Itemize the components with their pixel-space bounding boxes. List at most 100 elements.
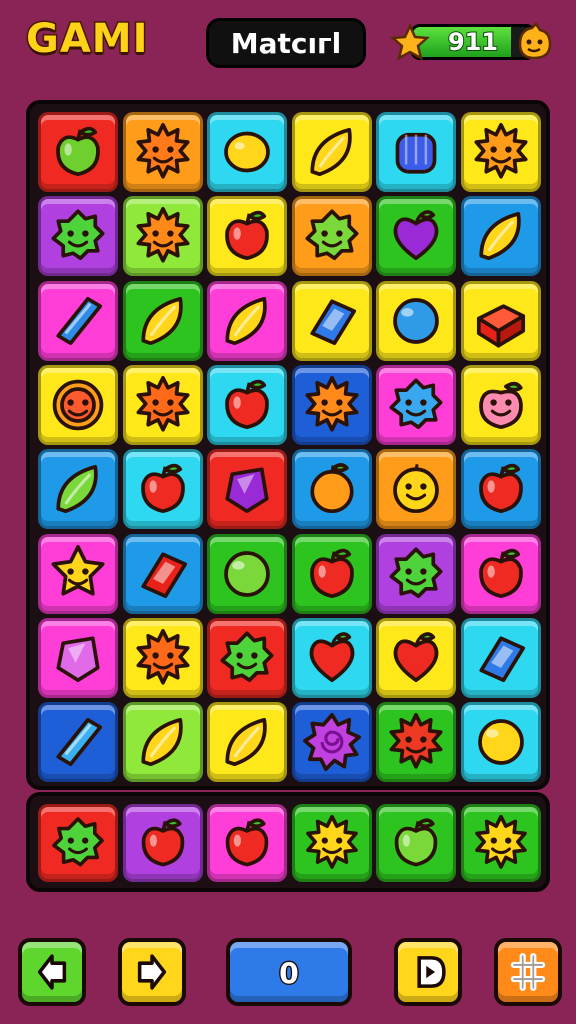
leaf-icon [225, 296, 267, 345]
board-tile[interactable] [376, 449, 456, 530]
board-tile[interactable] [460, 280, 541, 361]
sun-face-icon [389, 713, 443, 769]
play-d-icon [417, 956, 446, 988]
tray-tile[interactable] [122, 804, 203, 882]
heart-fruit-icon [393, 631, 439, 682]
board-tile[interactable] [291, 280, 372, 361]
board-tile[interactable] [122, 702, 203, 783]
game-logo: GAMI [24, 15, 149, 64]
board-tile[interactable] [122, 112, 203, 192]
board-tile[interactable] [460, 196, 541, 277]
leaf-icon [140, 296, 183, 345]
ball-icon [224, 550, 270, 597]
board-tile[interactable] [207, 702, 287, 783]
board-tile[interactable] [122, 533, 203, 614]
crystal-icon [56, 718, 103, 767]
gem-icon [56, 636, 100, 682]
svg-text:0: 0 [279, 957, 299, 990]
board-tile[interactable] [122, 449, 203, 530]
board-tile[interactable] [38, 364, 118, 445]
board-tile[interactable] [376, 533, 456, 614]
apple-icon [478, 548, 523, 598]
tray-tile[interactable] [207, 804, 287, 882]
game-board [26, 100, 550, 790]
sun-face-icon [474, 814, 527, 869]
blob-face-icon [389, 546, 443, 598]
board-tile[interactable] [38, 112, 118, 192]
star-face-icon [51, 544, 105, 596]
board-tile[interactable] [38, 196, 118, 277]
candy-box-icon [478, 636, 525, 682]
board-tile[interactable] [460, 449, 541, 530]
board-tile[interactable] [122, 280, 203, 361]
blob-face-icon [304, 209, 359, 261]
board-tile[interactable] [207, 449, 287, 530]
board-tile[interactable] [460, 112, 541, 192]
peach-face-icon [478, 381, 523, 429]
board-tile[interactable] [38, 533, 118, 614]
lemon-icon [224, 131, 270, 173]
board-tile[interactable] [38, 280, 118, 361]
tray-tile[interactable] [38, 804, 118, 882]
board-tile[interactable] [291, 702, 372, 783]
apple-icon [225, 211, 269, 261]
board-tile[interactable] [38, 617, 118, 698]
center-button[interactable]: 0 [226, 938, 352, 1006]
board-tile[interactable] [376, 364, 456, 445]
board-tile[interactable] [207, 364, 287, 445]
tray-tile[interactable] [376, 804, 456, 882]
play-button[interactable] [394, 938, 462, 1006]
board-tile[interactable] [376, 280, 456, 361]
board-tile[interactable] [291, 617, 372, 698]
leaf-icon [478, 212, 521, 261]
board-tile[interactable] [207, 533, 287, 614]
board-tile[interactable] [38, 702, 118, 783]
board-tile[interactable] [460, 702, 541, 783]
apple-icon [225, 818, 269, 867]
board-tile[interactable] [207, 280, 287, 361]
fox-mascot-icon [518, 22, 552, 60]
menu-button[interactable] [494, 938, 562, 1006]
circle-o-icon: 0 [278, 956, 300, 992]
grid-hash-icon [510, 953, 546, 991]
board-tile[interactable] [122, 196, 203, 277]
gem-icon [225, 467, 269, 514]
sun-face-icon [304, 375, 359, 432]
tile-tray [26, 792, 550, 892]
tray-tile[interactable] [460, 804, 541, 882]
board-tile[interactable] [207, 617, 287, 698]
board-tile[interactable] [376, 112, 456, 192]
game-title: Matcıгl [230, 26, 342, 60]
smile-face-icon [393, 464, 439, 514]
forward-button[interactable] [118, 938, 186, 1006]
board-tile[interactable] [460, 364, 541, 445]
board-tile[interactable] [376, 196, 456, 277]
leaf-icon [309, 127, 352, 177]
board-tile[interactable] [291, 112, 372, 192]
board-tile[interactable] [460, 617, 541, 698]
ball-icon [477, 719, 524, 765]
crystal-icon [56, 296, 103, 345]
title-banner: Matcıгl [206, 18, 366, 68]
board-tile[interactable] [38, 449, 118, 530]
tray-tile[interactable] [291, 804, 372, 882]
board-tile[interactable] [291, 533, 372, 614]
board-tile[interactable] [376, 617, 456, 698]
back-button[interactable] [18, 938, 86, 1006]
board-tile[interactable] [207, 112, 287, 192]
board-tile[interactable] [291, 449, 372, 530]
jar-icon [395, 132, 437, 174]
sun-face-icon [135, 207, 190, 263]
leaf-icon [225, 718, 267, 767]
board-tile[interactable] [460, 533, 541, 614]
ball-icon [393, 297, 439, 344]
board-tile[interactable] [122, 617, 203, 698]
board-tile[interactable] [376, 702, 456, 783]
board-tile[interactable] [291, 196, 372, 277]
board-tile[interactable] [122, 364, 203, 445]
board-tile[interactable] [291, 364, 372, 445]
arrow-right-icon [137, 954, 167, 990]
board-tile[interactable] [207, 196, 287, 277]
blob-face-icon [220, 631, 274, 682]
score-panel: 911 [390, 18, 556, 68]
